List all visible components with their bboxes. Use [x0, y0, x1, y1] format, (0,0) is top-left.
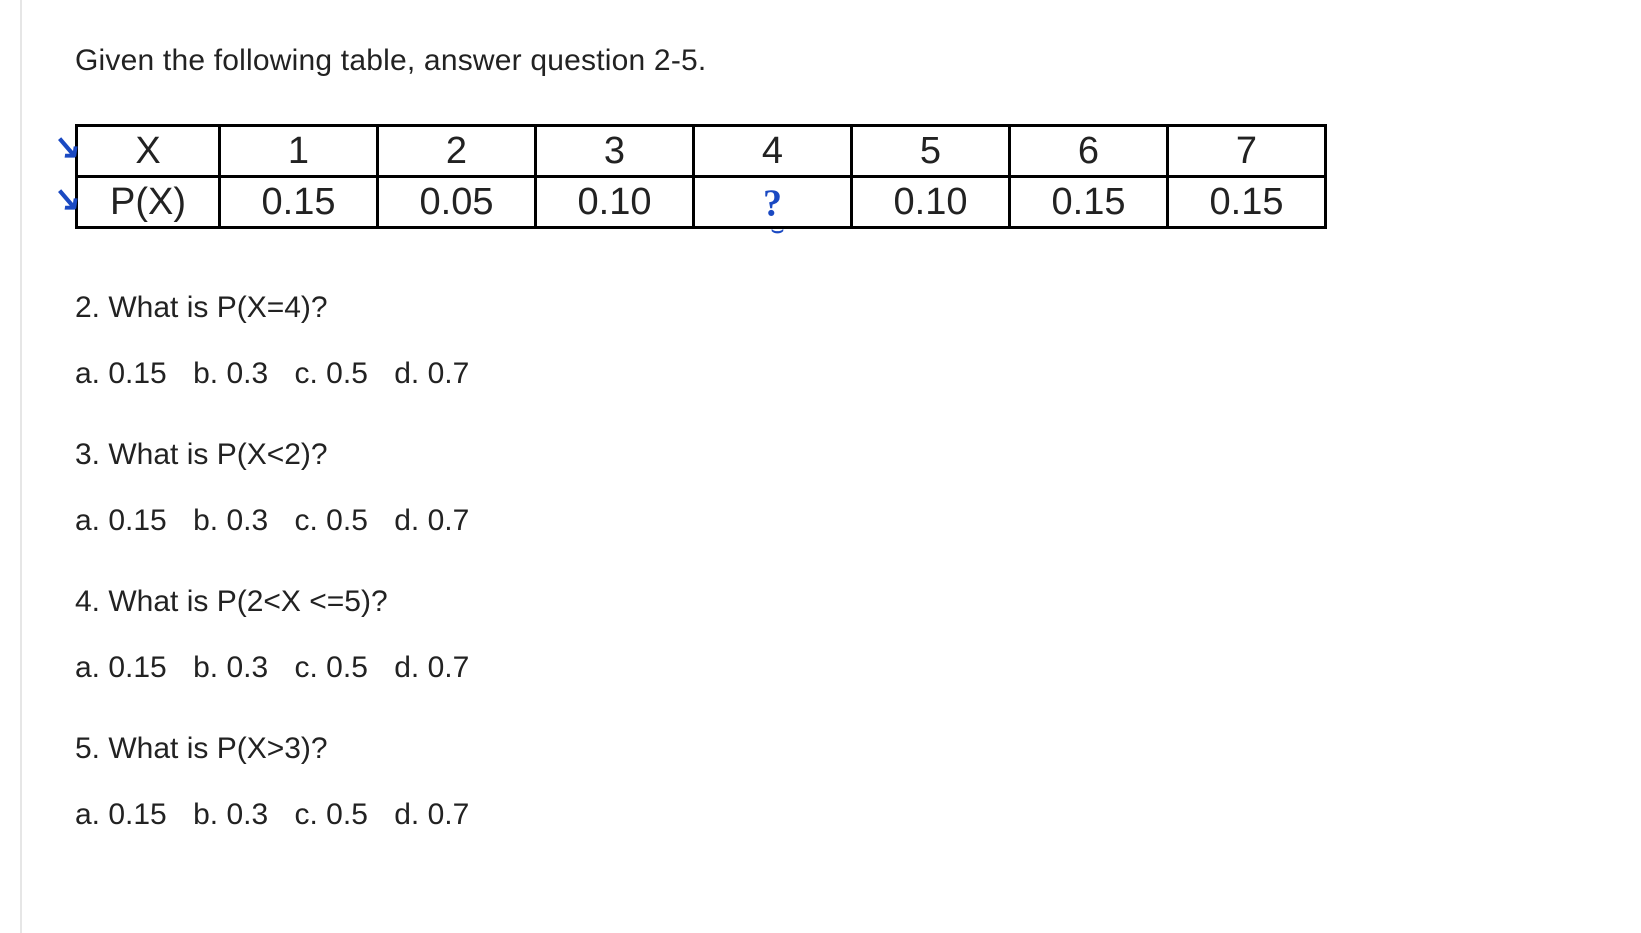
option-a: a. 0.15 — [75, 651, 167, 684]
x-value: 3 — [536, 126, 694, 177]
x-value: 2 — [378, 126, 536, 177]
option-a: a. 0.15 — [75, 798, 167, 831]
p-value: 0.15 — [220, 177, 378, 228]
questions-block: 2. What is P(X=4)? a. 0.15 b. 0.3 c. 0.5… — [75, 289, 1641, 833]
x-value: 4 — [694, 126, 852, 177]
hand-arrow-icon: ↘ — [51, 130, 84, 164]
hand-tick-icon: ⌣ — [771, 220, 784, 240]
x-value: 1 — [220, 126, 378, 177]
p-value: 0.10 — [536, 177, 694, 228]
p-value: 0.15 — [1168, 177, 1326, 228]
x-value: 6 — [1010, 126, 1168, 177]
option-c: c. 0.5 — [295, 357, 368, 390]
question-4-options: a. 0.15 b. 0.3 c. 0.5 d. 0.7 — [75, 649, 1641, 687]
question-2-text: 2. What is P(X=4)? — [75, 289, 1641, 327]
row-label-x: X — [77, 126, 220, 177]
x-value: 5 — [852, 126, 1010, 177]
option-b: b. 0.3 — [193, 357, 268, 390]
probability-table: X 1 2 3 4 5 6 7 P(X) 0.15 0.05 0.10 ? ⌣ … — [75, 124, 1327, 229]
option-c: c. 0.5 — [295, 651, 368, 684]
option-b: b. 0.3 — [193, 798, 268, 831]
intro-text: Given the following table, answer questi… — [75, 44, 1641, 78]
option-d: d. 0.7 — [394, 651, 469, 684]
option-d: d. 0.7 — [394, 798, 469, 831]
table-row: P(X) 0.15 0.05 0.10 ? ⌣ 0.10 0.15 0.15 — [77, 177, 1326, 228]
option-c: c. 0.5 — [295, 798, 368, 831]
hand-arrow-icon: ↘ — [51, 182, 84, 216]
question-3-options: a. 0.15 b. 0.3 c. 0.5 d. 0.7 — [75, 502, 1641, 540]
option-b: b. 0.3 — [193, 651, 268, 684]
p-value: 0.15 — [1010, 177, 1168, 228]
document-page: Given the following table, answer questi… — [0, 0, 1641, 833]
p-value: 0.10 — [852, 177, 1010, 228]
question-5-text: 5. What is P(X>3)? — [75, 730, 1641, 768]
question-2-options: a. 0.15 b. 0.3 c. 0.5 d. 0.7 — [75, 355, 1641, 393]
probability-table-wrap: ↘ ↘ X 1 2 3 4 5 6 7 P(X) 0.15 0.05 0.10 … — [75, 124, 1641, 229]
option-d: d. 0.7 — [394, 504, 469, 537]
option-a: a. 0.15 — [75, 357, 167, 390]
question-4-text: 4. What is P(2<X <=5)? — [75, 583, 1641, 621]
x-value: 7 — [1168, 126, 1326, 177]
table-row: X 1 2 3 4 5 6 7 — [77, 126, 1326, 177]
question-5-options: a. 0.15 b. 0.3 c. 0.5 d. 0.7 — [75, 796, 1641, 834]
p-value: 0.05 — [378, 177, 536, 228]
option-a: a. 0.15 — [75, 504, 167, 537]
option-d: d. 0.7 — [394, 357, 469, 390]
p-value-unknown: ? ⌣ — [694, 177, 852, 228]
option-b: b. 0.3 — [193, 504, 268, 537]
question-mark-icon: ? — [763, 185, 782, 223]
row-label-px: P(X) — [77, 177, 220, 228]
question-3-text: 3. What is P(X<2)? — [75, 436, 1641, 474]
option-c: c. 0.5 — [295, 504, 368, 537]
